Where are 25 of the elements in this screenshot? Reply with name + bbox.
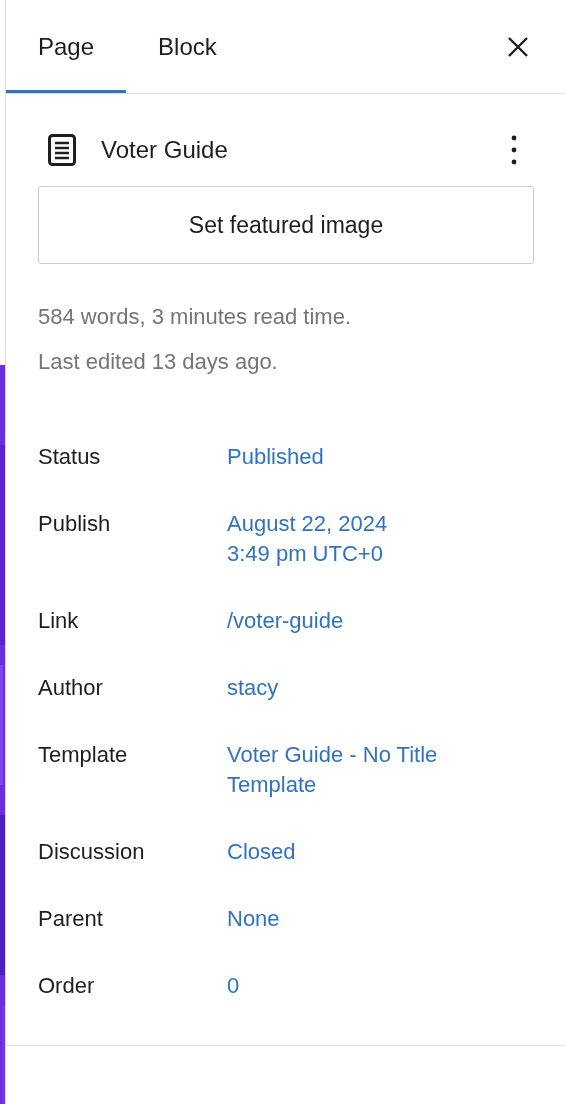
setting-label: Order bbox=[38, 972, 96, 1000]
setting-label: Author bbox=[38, 674, 104, 702]
more-options-icon bbox=[511, 135, 517, 165]
setting-value-link[interactable]: 0 bbox=[227, 971, 240, 1001]
setting-label: Publish bbox=[38, 510, 112, 538]
post-info-text: Last edited 13 days ago. bbox=[38, 348, 279, 376]
tab[interactable]: Page bbox=[6, 0, 127, 93]
setting-value-link[interactable]: Published bbox=[227, 442, 324, 472]
setting-value-link[interactable]: August 22, 2024 3:49 pm UTC+0 bbox=[227, 509, 388, 569]
document-title: Voter Guide bbox=[101, 135, 228, 165]
setting-label: Discussion bbox=[38, 838, 146, 866]
setting-label: Parent bbox=[38, 905, 104, 933]
setting-value-link[interactable]: stacy bbox=[227, 673, 279, 703]
setting-label: Status bbox=[38, 443, 102, 471]
document-icon bbox=[48, 134, 76, 166]
post-info-text: 584 words, 3 minutes read time. bbox=[38, 303, 353, 331]
setting-value-link[interactable]: Voter Guide - No Title Template bbox=[227, 740, 507, 800]
set-featured-image-button[interactable]: Set featured image bbox=[38, 186, 534, 264]
close-icon bbox=[507, 35, 529, 58]
setting-label: Link bbox=[38, 607, 80, 635]
setting-label: Template bbox=[38, 741, 129, 769]
tab[interactable]: Block bbox=[126, 0, 249, 93]
setting-value-link[interactable]: Closed bbox=[227, 837, 296, 867]
setting-value-link[interactable]: /voter-guide bbox=[227, 606, 344, 636]
setting-value-link[interactable]: None bbox=[227, 904, 280, 934]
